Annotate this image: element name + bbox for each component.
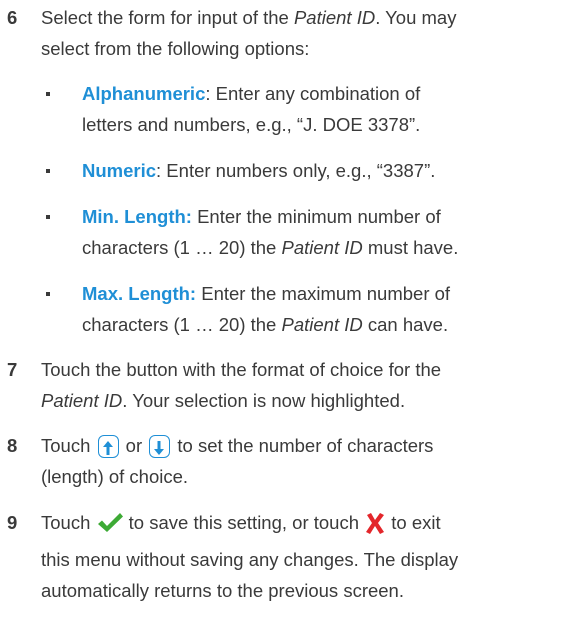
step-text: Touch to save this setting, or touch to …	[41, 511, 459, 601]
bullet-marker	[46, 215, 50, 219]
patient-id-term: Patient ID	[41, 390, 123, 411]
patient-id-term: Patient ID	[293, 7, 376, 28]
option-text: Max. Length: Enter the maximum number of…	[82, 283, 451, 335]
option-term: Alphanumeric	[82, 83, 206, 104]
step-number: 9	[7, 512, 18, 533]
option-term: Max. Length:	[82, 283, 197, 304]
step-number: 8	[7, 435, 18, 456]
step-line: select from the following options:	[41, 38, 310, 59]
arrow-up-icon	[97, 435, 119, 458]
step-number: 7	[7, 359, 18, 380]
option-text: Numeric: Enter numbers only, e.g., “3387…	[82, 160, 436, 181]
step-text: Select the form for input of the Patient…	[41, 2, 556, 64]
step-text: Touch the button with the format of choi…	[41, 359, 442, 411]
option-term: Min. Length:	[82, 206, 192, 227]
patient-id-term: Patient ID	[281, 314, 363, 335]
step-line: Select the form for input of the Patient…	[41, 7, 457, 28]
arrow-down-icon	[149, 435, 171, 458]
step-text: Touch or to set the number of characters…	[41, 435, 434, 487]
step-number: 6	[7, 7, 18, 28]
option-text: Min. Length: Enter the minimum number of…	[82, 206, 459, 258]
option-text: Alphanumeric: Enter any combination of l…	[82, 83, 421, 135]
option-term: Numeric	[82, 160, 157, 181]
bullet-marker	[46, 169, 50, 173]
bullet-marker	[46, 92, 50, 96]
cross-icon	[364, 511, 386, 544]
bullet-marker	[46, 292, 50, 296]
checkmark-icon	[96, 511, 124, 544]
instruction-page: 6 Select the form for input of the Patie…	[0, 0, 562, 617]
patient-id-term: Patient ID	[281, 237, 363, 258]
